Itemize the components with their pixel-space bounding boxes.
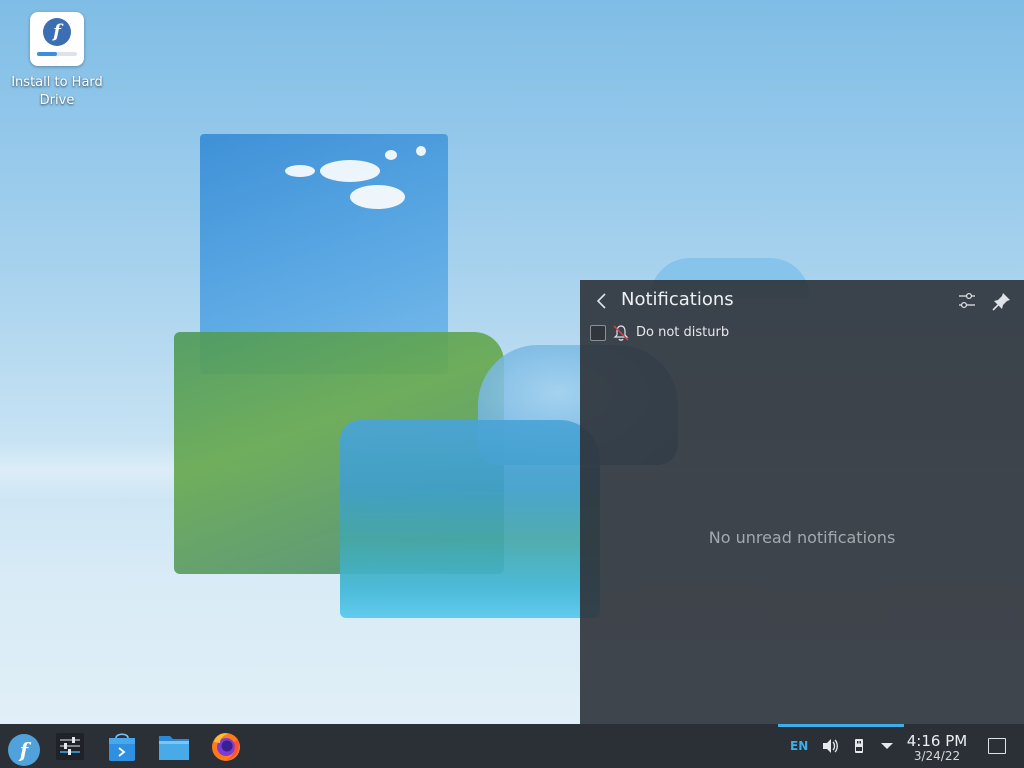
bell-disabled-icon [612,324,630,342]
wallpaper-cloud [416,146,426,156]
pin-button[interactable] [991,290,1013,312]
tray-expand-button[interactable] [878,732,896,760]
installer-progress-fill [37,52,57,56]
notifications-title: Notifications [621,289,734,310]
chevron-left-icon [596,293,606,309]
empty-notifications-message: No unread notifications [708,528,896,547]
firefox-icon [212,733,240,761]
volume-button[interactable] [820,732,840,760]
wallpaper-cloud [285,165,315,177]
clock-time[interactable]: 4:16 PM [904,732,970,750]
wallpaper-cloud [320,160,380,182]
wallpaper-cyan-panel [340,420,600,618]
settings-sliders-icon [56,733,84,760]
show-desktop-icon[interactable] [988,738,1006,754]
removable-devices-button[interactable] [851,732,867,760]
notifications-panel: Notifications Do not disturb No unread n… [580,280,1024,724]
fedora-installer-icon: f [30,12,84,66]
back-button[interactable] [592,290,612,312]
discover-launcher[interactable] [102,728,142,764]
keyboard-layout-indicator[interactable]: EN [790,739,808,753]
speaker-icon [823,739,838,753]
pin-icon [992,293,1010,311]
usb-drive-icon [855,739,863,753]
dolphin-file-manager-launcher[interactable] [154,728,194,764]
desktop-icon-install-to-hard-drive[interactable]: f Install to Hard Drive [8,12,106,110]
wallpaper-cloud [385,150,397,160]
do-not-disturb-checkbox[interactable] [590,325,606,341]
fedora-logo-icon: f [43,18,71,46]
clock-date[interactable]: 3/24/22 [904,749,970,763]
folder-icon [159,736,189,760]
do-not-disturb-label[interactable]: Do not disturb [636,325,729,340]
wallpaper-cloud [350,185,405,209]
discover-store-icon [109,733,135,761]
fedora-logo-icon: f [8,734,40,766]
tray-active-indicator [778,724,904,727]
configure-sliders-icon [959,292,975,309]
desktop-icon-label: Install to Hard Drive [11,75,103,108]
triangle-down-icon [881,743,893,749]
system-settings-launcher[interactable] [50,728,90,764]
configure-notifications-button[interactable] [956,290,978,312]
firefox-launcher[interactable] [206,728,246,764]
application-launcher-button[interactable]: f [2,728,42,766]
notifications-header: Notifications [580,280,1024,322]
installer-progress-track [37,52,77,56]
taskbar: f EN 4:16 PM 3/24/22 [0,724,1024,768]
